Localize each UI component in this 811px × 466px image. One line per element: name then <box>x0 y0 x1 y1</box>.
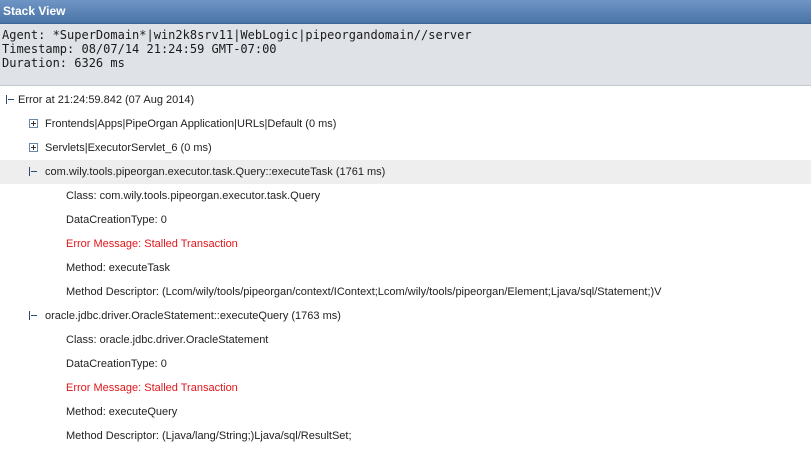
property-row: DataCreationType: 0 <box>0 208 811 232</box>
tree-node-label: com.wily.tools.pipeorgan.executor.task.Q… <box>45 166 386 178</box>
tree-node-label: Servlets|ExecutorServlet_6 (0 ms) <box>45 142 212 154</box>
timestamp-line: Timestamp: 08/07/14 21:24:59 GMT-07:00 <box>2 42 277 56</box>
panel-title: Stack View <box>3 4 66 18</box>
property-row: DataCreationType: 0 <box>0 352 811 376</box>
tree-node-label: Frontends|Apps|PipeOrgan Application|URL… <box>45 118 337 130</box>
property-error-message: Error Message: Stalled Transaction <box>66 238 238 250</box>
property-row: Class: com.wily.tools.pipeorgan.executor… <box>0 184 811 208</box>
property-row: Method Descriptor: (Ljava/lang/String;)L… <box>0 424 811 448</box>
tree-node-label: Error at 21:24:59.842 (07 Aug 2014) <box>18 94 195 106</box>
property-data-creation-type: DataCreationType: 0 <box>66 358 167 370</box>
property-method: Method: executeQuery <box>66 406 178 418</box>
property-method: Method: executeTask <box>66 262 170 274</box>
tree-node-oracle-executequery[interactable]: oracle.jdbc.driver.OracleStatement::exec… <box>0 304 811 328</box>
agent-line: Agent: *SuperDomain*|win2k8srv11|WebLogi… <box>2 28 472 42</box>
collapse-icon[interactable] <box>6 95 15 104</box>
transaction-info: Agent: *SuperDomain*|win2k8srv11|WebLogi… <box>0 24 811 86</box>
property-row: Method: executeTask <box>0 256 811 280</box>
property-class: Class: com.wily.tools.pipeorgan.executor… <box>66 190 321 202</box>
tree-node-query-executetask[interactable]: com.wily.tools.pipeorgan.executor.task.Q… <box>0 160 811 184</box>
stack-view-title-bar: Stack View <box>0 0 811 24</box>
collapse-icon[interactable] <box>29 311 38 320</box>
collapse-icon[interactable] <box>29 167 38 176</box>
property-row: Error Message: Stalled Transaction <box>0 232 811 256</box>
tree-node-label: oracle.jdbc.driver.OracleStatement::exec… <box>45 310 341 322</box>
property-error-message: Error Message: Stalled Transaction <box>66 382 238 394</box>
property-row: Method Descriptor: (Lcom/wily/tools/pipe… <box>0 280 811 304</box>
property-row: Error Message: Stalled Transaction <box>0 376 811 400</box>
duration-line: Duration: 6326 ms <box>2 56 125 70</box>
expand-icon[interactable] <box>29 119 38 128</box>
property-row: Class: oracle.jdbc.driver.OracleStatemen… <box>0 328 811 352</box>
property-data-creation-type: DataCreationType: 0 <box>66 214 167 226</box>
tree-node-servlets[interactable]: Servlets|ExecutorServlet_6 (0 ms) <box>0 136 811 160</box>
property-method-descriptor: Method Descriptor: (Lcom/wily/tools/pipe… <box>66 286 662 298</box>
tree-node-error-root[interactable]: Error at 21:24:59.842 (07 Aug 2014) <box>0 88 811 112</box>
expand-icon[interactable] <box>29 143 38 152</box>
tree-node-frontends[interactable]: Frontends|Apps|PipeOrgan Application|URL… <box>0 112 811 136</box>
property-class: Class: oracle.jdbc.driver.OracleStatemen… <box>66 334 269 346</box>
property-row: Method: executeQuery <box>0 400 811 424</box>
property-method-descriptor: Method Descriptor: (Ljava/lang/String;)L… <box>66 430 352 442</box>
